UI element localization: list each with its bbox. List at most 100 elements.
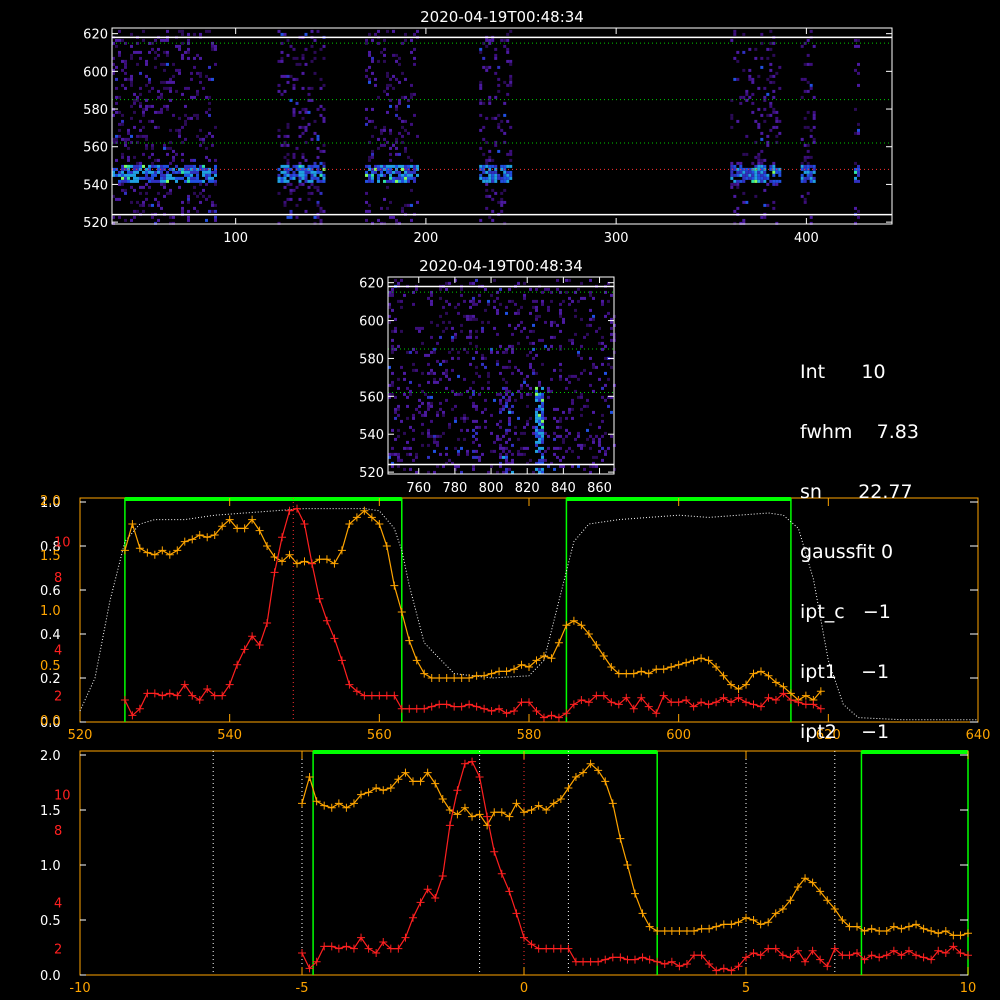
heatmap-pixel: [407, 170, 410, 174]
heatmap-pixel: [766, 182, 770, 186]
heatmap-pixel: [124, 188, 127, 192]
heatmap-pixel: [404, 203, 407, 207]
line-lower-red-series-point: [468, 757, 477, 766]
heatmap-pixel: [601, 395, 604, 399]
heatmap-pixel: [397, 344, 400, 348]
heatmap-pixel: [766, 92, 770, 96]
heatmap-pixel: [508, 344, 511, 348]
heatmap-pixel: [142, 125, 145, 129]
heatmap-pixel: [395, 152, 398, 156]
heatmap-pixel: [418, 383, 421, 387]
heatmap-pixel: [556, 407, 559, 411]
heatmap-pixel: [151, 161, 154, 165]
heatmap-pixel: [430, 293, 433, 297]
heatmap-pixel: [157, 191, 160, 195]
heatmap-pixel: [482, 176, 486, 180]
heatmap-pixel: [751, 173, 755, 177]
heatmap-pixel: [394, 317, 397, 321]
heatmap-pixel: [409, 389, 412, 393]
line-upper-orange-series-point: [502, 667, 511, 676]
heatmap-pixel: [283, 89, 287, 93]
heatmap-pixel: [475, 371, 478, 375]
heatmap-pixel: [442, 371, 445, 375]
heatmap-pixel: [550, 323, 553, 327]
heatmap-pixel: [763, 158, 767, 162]
heatmap-pixel: [454, 305, 457, 309]
heatmap-pixel: [553, 335, 556, 339]
heatmap-pixel: [190, 95, 193, 99]
heatmap-pixel: [478, 293, 481, 297]
heatmap-pixel: [199, 164, 202, 168]
heatmap-pixel: [812, 167, 816, 171]
heatmap-pixel: [412, 413, 415, 417]
heatmap-pixel: [166, 53, 169, 57]
heatmap-pixel: [523, 293, 526, 297]
line-upper-orange-series-point: [547, 654, 556, 663]
heatmap-pixel: [500, 197, 504, 201]
line-upper-xtick-label: 520: [68, 728, 93, 743]
heatmap-pixel: [208, 131, 211, 135]
line-upper-red-series-point: [442, 700, 451, 709]
heatmap-pixel: [391, 338, 394, 342]
heatmap-pixel: [301, 86, 305, 90]
heatmap-pixel: [812, 44, 816, 48]
heatmap-pixel: [142, 110, 145, 114]
line-lower-red-series-point: [875, 953, 884, 962]
heatmap-pixel: [488, 164, 492, 168]
heatmap-pixel: [181, 56, 184, 60]
heatmap-pixel: [397, 407, 400, 411]
heatmap-pixel: [535, 443, 538, 447]
heatmap-pixel: [169, 77, 172, 81]
heatmap-pixel: [568, 407, 571, 411]
heatmap-pixel: [400, 299, 403, 303]
heatmap-pixel: [292, 110, 296, 114]
heatmap-pixel: [451, 338, 454, 342]
heatmap-pixel: [517, 368, 520, 372]
line-lower-orange-series-point: [941, 927, 950, 935]
line-upper-orange-series-point: [315, 555, 324, 564]
line-lower-orange-series-point: [756, 920, 765, 929]
heatmap-pixel: [482, 125, 486, 129]
heatmap-pixel: [196, 173, 199, 177]
heatmap-pixel: [538, 383, 541, 387]
heatmap-pixel: [184, 122, 187, 126]
heatmap-pixel: [553, 407, 556, 411]
heatmap-pixel: [806, 125, 810, 129]
heatmap-pixel: [523, 431, 526, 435]
heatmap-pixel: [178, 29, 181, 33]
heatmap-pixel: [493, 326, 496, 330]
heatmap-pixel: [365, 179, 368, 183]
line-upper-orange-series-point: [599, 652, 608, 660]
heatmap-pixel: [418, 326, 421, 330]
heatmap-pixel: [733, 194, 737, 198]
heatmap-pixel: [199, 182, 202, 186]
heatmap-pixel: [169, 215, 172, 219]
heatmap-pixel: [535, 371, 538, 375]
heatmap-pixel: [502, 449, 505, 453]
heatmap-pixel: [190, 116, 193, 120]
heatmap-pixel: [407, 173, 410, 177]
heatmap-pixel: [565, 386, 568, 390]
heatmap-pixel: [485, 158, 489, 162]
heatmap-pixel: [448, 422, 451, 426]
heatmap-pixel: [398, 179, 401, 183]
heatmap-pixel: [592, 437, 595, 441]
heatmap-pixel: [439, 314, 442, 318]
line-lower-red-series-point: [542, 944, 551, 953]
heatmap-pixel: [154, 197, 157, 201]
heatmap-pixel: [506, 38, 510, 42]
heatmap-pixel: [415, 407, 418, 411]
heatmap-pixel: [139, 71, 142, 75]
heatmap-pixel: [295, 215, 299, 219]
heatmap-pixel: [514, 365, 517, 369]
heatmap-pixel: [398, 176, 401, 180]
heatmap-pixel: [494, 53, 498, 57]
heatmap-pixel: [766, 176, 770, 180]
heatmap-pixel: [559, 302, 562, 306]
heatmap-pixel: [316, 134, 320, 138]
heatmap-pixel: [505, 350, 508, 354]
heatmap-pixel: [403, 446, 406, 450]
heatmap-pixel: [295, 203, 299, 207]
line-lower-orange-series-point: [912, 920, 921, 929]
heatmap-pixel: [401, 119, 404, 123]
